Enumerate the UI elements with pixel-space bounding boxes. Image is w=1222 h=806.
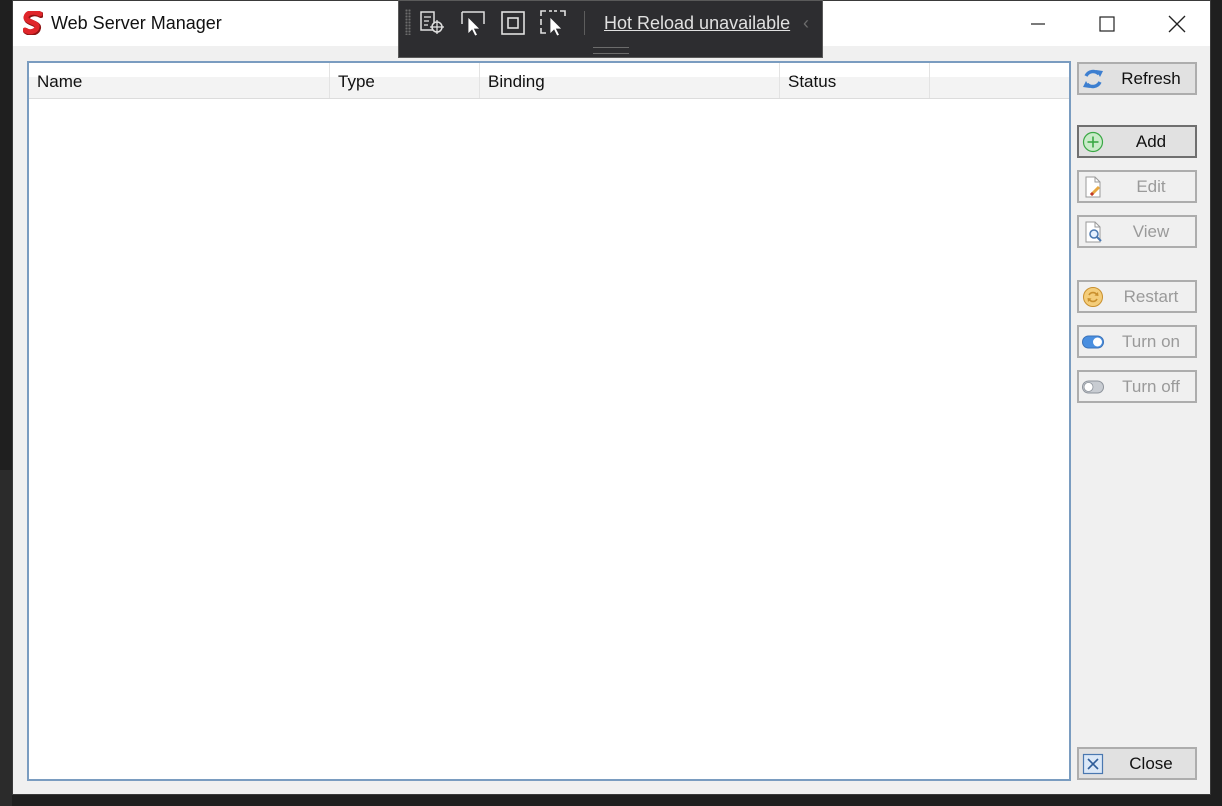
restart-icon xyxy=(1083,287,1103,307)
chevron-left-icon[interactable]: ‹ xyxy=(803,13,809,34)
app-logo-icon xyxy=(23,11,43,35)
edit-button[interactable]: Edit xyxy=(1077,170,1197,203)
refresh-label: Refresh xyxy=(1121,69,1181,88)
view-button[interactable]: View xyxy=(1077,215,1197,248)
add-button[interactable]: Add xyxy=(1077,125,1197,158)
hot-reload-status-link[interactable]: Hot Reload unavailable xyxy=(604,13,790,34)
add-label: Add xyxy=(1135,132,1167,151)
refresh-icon xyxy=(1083,69,1103,89)
list-header: Name Type Binding Status xyxy=(29,63,1069,99)
refresh-button[interactable]: Refresh xyxy=(1077,62,1197,95)
desktop-background xyxy=(0,470,12,806)
close-icon xyxy=(1168,15,1186,32)
pointer-select-icon[interactable] xyxy=(459,9,487,37)
turn-on-button[interactable]: Turn on xyxy=(1077,325,1197,358)
toggle-off-icon xyxy=(1082,380,1104,394)
turn-off-label: Turn off xyxy=(1122,377,1180,396)
turn-on-label: Turn on xyxy=(1122,332,1180,351)
main-window: Web Server Manager Name Type Binding Sta… xyxy=(12,0,1211,795)
hot-reload-toolbar: Hot Reload unavailable ‹ xyxy=(398,0,823,58)
column-header-type[interactable]: Type xyxy=(330,63,480,98)
maximize-button[interactable] xyxy=(1072,1,1142,46)
toolbar-drag-handle[interactable] xyxy=(593,47,629,54)
maximize-icon xyxy=(1099,15,1115,32)
column-header-status[interactable]: Status xyxy=(780,63,930,98)
close-button[interactable]: Close xyxy=(1077,747,1197,780)
close-window-button[interactable] xyxy=(1142,1,1212,46)
edit-label: Edit xyxy=(1136,177,1166,196)
close-box-icon xyxy=(1082,753,1104,775)
layout-adorners-icon[interactable] xyxy=(499,9,527,37)
column-header-name[interactable]: Name xyxy=(29,63,330,98)
toolbar-grip[interactable] xyxy=(405,9,411,35)
track-focus-icon[interactable] xyxy=(539,9,567,37)
column-header-binding[interactable]: Binding xyxy=(480,63,780,98)
edit-document-icon xyxy=(1085,176,1101,198)
window-title: Web Server Manager xyxy=(51,13,222,33)
minimize-icon xyxy=(1031,22,1045,25)
restart-label: Restart xyxy=(1123,287,1179,306)
minimize-button[interactable] xyxy=(1003,1,1073,46)
view-label: View xyxy=(1132,222,1170,241)
turn-off-button[interactable]: Turn off xyxy=(1077,370,1197,403)
add-icon xyxy=(1082,131,1104,153)
column-header-filler xyxy=(930,63,1069,98)
toggle-on-icon xyxy=(1082,335,1104,349)
select-element-icon[interactable] xyxy=(419,9,447,37)
restart-button[interactable]: Restart xyxy=(1077,280,1197,313)
close-label: Close xyxy=(1129,754,1173,773)
view-document-icon xyxy=(1085,221,1102,243)
toolbar-separator xyxy=(584,11,585,35)
server-list[interactable]: Name Type Binding Status xyxy=(27,61,1071,781)
